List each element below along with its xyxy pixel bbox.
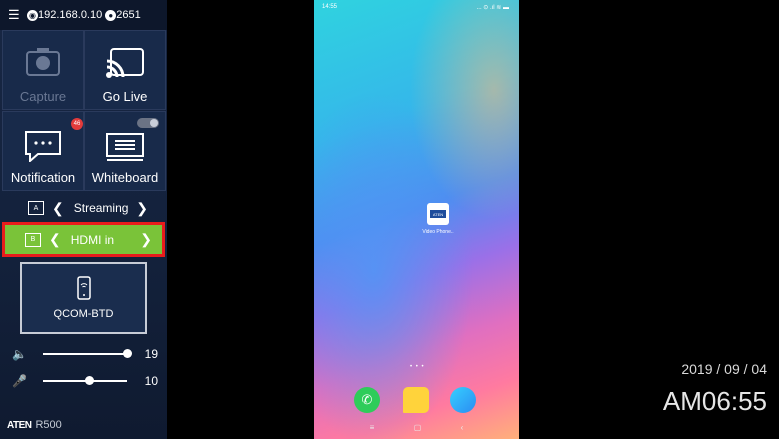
whiteboard-toggle[interactable] xyxy=(137,118,159,128)
footer: ATEN R500 xyxy=(7,419,62,431)
date-display: 2019 / 09 / 04 xyxy=(681,361,767,377)
whiteboard-icon xyxy=(106,133,144,161)
microphone-icon: 🎤 xyxy=(12,374,27,388)
cast-icon xyxy=(106,48,144,78)
hamburger-menu-icon[interactable]: ☰ xyxy=(8,7,24,23)
mic-value: 10 xyxy=(144,374,158,388)
video-phone-app-icon[interactable]: ATEN xyxy=(427,203,449,225)
mobile-wifi-icon xyxy=(76,276,91,300)
chevron-left-icon[interactable]: ❮ xyxy=(49,231,61,248)
back-nav-icon[interactable]: ‹ xyxy=(461,423,464,432)
mic-slider-knob[interactable] xyxy=(84,376,94,385)
source-a-label: Streaming xyxy=(73,201,129,215)
browser-icon[interactable] xyxy=(450,387,476,413)
chevron-right-icon[interactable]: ❯ xyxy=(136,200,148,217)
aten-logo: ATEN xyxy=(430,210,446,218)
notification-button[interactable]: 46 Notification xyxy=(2,111,84,191)
phone-call-icon[interactable]: ✆ xyxy=(354,387,380,413)
time-display: AM06:55 xyxy=(662,386,767,416)
volume-slider[interactable] xyxy=(42,349,132,358)
mic-slider-row: 🎤 10 xyxy=(12,371,162,391)
messages-icon[interactable] xyxy=(403,387,429,413)
viewer-count-icon: ● xyxy=(105,9,117,21)
volume-value: 19 xyxy=(144,347,158,361)
top-bar: ☰ ◉ 192.168.0.10 ● 2651 xyxy=(0,0,167,30)
phone-nav-bar: ≡ ▢ ‹ xyxy=(314,423,519,432)
capture-label: Capture xyxy=(19,89,67,104)
go-live-button[interactable]: Go Live xyxy=(84,30,166,110)
volume-slider-knob[interactable] xyxy=(122,349,132,358)
phone-status-icons: ... ⊙ .ıl ≋ ▬ xyxy=(476,5,509,11)
source-a-row[interactable]: A ❮ Streaming ❯ xyxy=(8,196,158,220)
volume-slider-row: 🔈 19 xyxy=(12,344,162,364)
source-b-tag: B xyxy=(25,232,41,247)
chat-bubble-icon xyxy=(25,131,61,162)
viewer-count: 2651 xyxy=(116,9,141,21)
source-b-row[interactable]: B ❮ HDMI in ❯ xyxy=(2,222,165,257)
ip-address: 192.168.0.10 xyxy=(38,9,103,21)
menu-nav-icon[interactable]: ≡ xyxy=(370,423,375,432)
phone-screen-mirror[interactable]: 14:55 ... ⊙ .ıl ≋ ▬ ATEN Video Phone.. •… xyxy=(314,0,519,439)
device-card[interactable]: QCOM-BTD xyxy=(20,262,147,334)
whiteboard-label: Whiteboard xyxy=(91,170,159,185)
phone-status-time: 14:55 xyxy=(322,4,338,10)
network-icon: ◉ xyxy=(27,9,38,21)
app-label: Video Phone.. xyxy=(422,229,454,235)
brand-logo: ATEN xyxy=(7,419,32,431)
go-live-label: Go Live xyxy=(102,89,148,104)
device-name: QCOM-BTD xyxy=(53,308,114,320)
page-indicator: • • • xyxy=(410,364,425,370)
notification-badge: 46 xyxy=(71,118,83,130)
notification-label: Notification xyxy=(10,170,76,185)
home-nav-icon[interactable]: ▢ xyxy=(414,423,422,432)
whiteboard-button[interactable]: Whiteboard xyxy=(84,111,166,191)
camera-icon xyxy=(26,48,60,76)
source-b-label: HDMI in xyxy=(70,232,115,247)
chevron-left-icon[interactable]: ❮ xyxy=(52,200,64,217)
control-sidebar: ☰ ◉ 192.168.0.10 ● 2651 Capture Go Live … xyxy=(0,0,167,439)
mic-slider[interactable] xyxy=(42,376,127,385)
capture-button[interactable]: Capture xyxy=(2,30,84,110)
speaker-icon: 🔈 xyxy=(12,347,27,361)
chevron-right-icon[interactable]: ❯ xyxy=(140,231,152,248)
model-name: R500 xyxy=(35,419,62,431)
source-a-tag: A xyxy=(28,201,44,215)
